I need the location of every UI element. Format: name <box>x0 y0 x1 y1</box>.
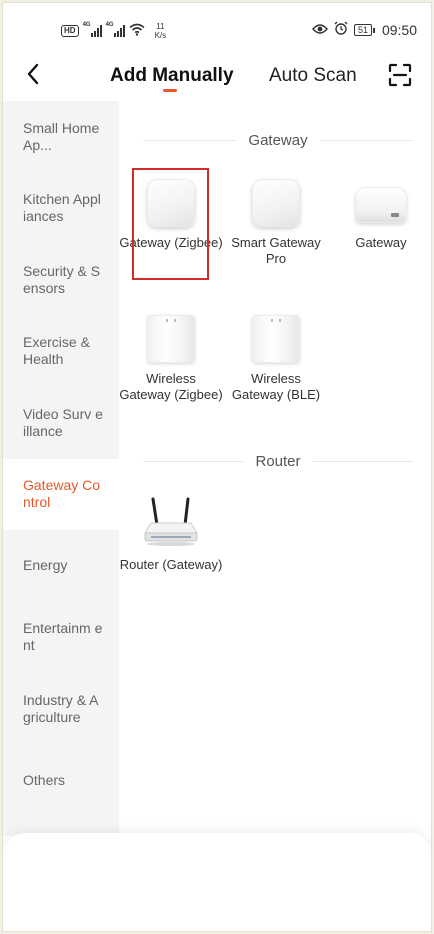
sidebar-item-others[interactable]: Others <box>3 745 119 817</box>
sidebar-item-label: Video Surv eillance <box>23 405 103 439</box>
hd-badge: HD <box>61 25 79 37</box>
signal-icon: 4G <box>82 22 102 37</box>
plug-hub-icon <box>252 315 300 363</box>
status-left: HD 4G 4G 11 K/s <box>61 22 166 40</box>
clock-time: 09:50 <box>381 21 417 38</box>
sidebar-item-industry-agriculture[interactable]: Industry & Agriculture <box>3 673 119 745</box>
sidebar-item-label: Small Home Ap... <box>23 119 100 153</box>
device-wireless-gateway-ble[interactable]: Wireless Gateway (BLE) <box>224 315 328 403</box>
sidebar-item-entertainment[interactable]: Entertainm ent <box>3 602 119 674</box>
chevron-left-icon[interactable] <box>21 61 47 87</box>
plug-hub-icon <box>147 315 195 363</box>
sidebar-item-label: Entertainm ent <box>23 620 103 654</box>
device-router-gateway[interactable]: Router (Gateway) <box>119 497 223 573</box>
app-frame: HD 4G 4G 11 K/s 51 09:50 Add Manually Aut… <box>2 2 432 932</box>
tab-auto-scan[interactable]: Auto Scan <box>269 65 357 87</box>
device-list: Gateway Gateway (Zigbee) Smart Gateway P… <box>119 101 431 836</box>
device-smart-gateway-pro[interactable]: Smart Gateway Pro <box>224 179 328 267</box>
device-label: Smart Gateway Pro <box>231 235 321 266</box>
square-hub-icon <box>252 179 300 227</box>
sidebar-item-label: Gateway Control <box>23 477 101 511</box>
device-label: Router (Gateway) <box>119 557 223 572</box>
network-speed: 11 K/s <box>155 22 167 40</box>
bottom-panel <box>3 833 431 931</box>
status-right: 51 09:50 <box>312 21 417 38</box>
sidebar-item-label: Others <box>23 771 66 788</box>
network-type-1: 4G <box>82 22 91 28</box>
category-sidebar: Small Home Ap... Kitchen Appliances Secu… <box>3 101 119 836</box>
sidebar-item-energy[interactable]: Energy <box>3 530 119 602</box>
sidebar-item-gateway-control[interactable]: Gateway Control <box>3 458 119 530</box>
top-nav: Add Manually Auto Scan <box>3 59 431 101</box>
sidebar-item-label: Exercise & Health <box>23 334 90 368</box>
section-title-gateway: Gateway <box>143 130 413 150</box>
router-icon <box>141 497 201 549</box>
wifi-icon <box>129 23 145 39</box>
section-title-router: Router <box>143 451 413 471</box>
flat-hub-icon <box>355 187 407 223</box>
section-title-text: Gateway <box>248 131 308 149</box>
sidebar-item-small-home-appliances[interactable]: Small Home Ap... <box>3 101 119 173</box>
scan-frame-icon[interactable] <box>387 62 413 88</box>
sidebar-item-label: Industry & Agriculture <box>23 691 99 725</box>
sidebar-item-label: Security & Sensors <box>23 262 101 296</box>
active-tab-indicator <box>163 89 177 92</box>
sidebar-item-exercise-health[interactable]: Exercise & Health <box>3 316 119 388</box>
battery-icon: 51 <box>353 23 375 36</box>
sidebar-item-label: Energy <box>23 557 68 574</box>
device-gateway-zigbee[interactable]: Gateway (Zigbee) <box>119 179 223 251</box>
speed-unit: K/s <box>154 31 167 40</box>
signal-icon: 4G <box>105 22 125 37</box>
device-label: Wireless Gateway (BLE) <box>231 371 321 402</box>
section-title-text: Router <box>255 452 301 470</box>
network-type-2: 4G <box>105 22 114 28</box>
square-hub-icon <box>147 179 195 227</box>
tab-add-manually[interactable]: Add Manually <box>110 65 234 87</box>
eye-icon <box>312 22 328 38</box>
speed-value: 11 <box>156 22 165 31</box>
device-wireless-gateway-zigbee[interactable]: Wireless Gateway (Zigbee) <box>119 315 223 403</box>
device-label: Gateway <box>355 235 407 250</box>
sidebar-item-kitchen-appliances[interactable]: Kitchen Appliances <box>3 173 119 245</box>
device-label: Wireless Gateway (Zigbee) <box>119 371 223 402</box>
sidebar-item-label: Kitchen Appliances <box>23 191 101 225</box>
sidebar-item-video-surveillance[interactable]: Video Surv eillance <box>3 387 119 459</box>
alarm-icon <box>334 21 348 38</box>
device-gateway[interactable]: Gateway <box>329 179 431 251</box>
sidebar-item-security-sensors[interactable]: Security & Sensors <box>3 244 119 316</box>
device-label: Gateway (Zigbee) <box>119 235 223 250</box>
status-bar: HD 4G 4G 11 K/s 51 09:50 <box>3 3 431 59</box>
